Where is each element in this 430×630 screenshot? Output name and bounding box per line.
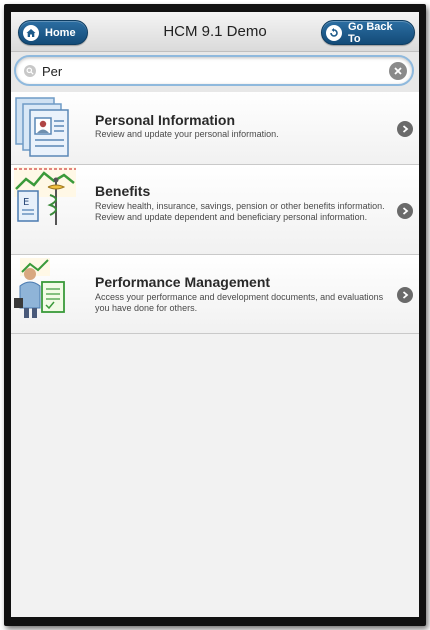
list-item-description: Review health, insurance, savings, pensi… [95,201,385,222]
benefits-icon: E [14,167,76,236]
list-item-title: Benefits [95,183,151,199]
list-item-personal-information[interactable]: Personal Information Review and update y… [11,92,419,165]
search-icon [24,65,36,77]
chevron-right-icon[interactable] [397,287,413,303]
chevron-right-icon[interactable] [397,121,413,137]
clear-search-icon[interactable] [389,62,407,80]
results-list: Personal Information Review and update y… [11,92,419,334]
empty-area [11,334,419,617]
search-input[interactable] [42,62,362,80]
header-bar: Home HCM 9.1 Demo Go Back To [11,12,419,52]
back-arrow-icon [326,24,342,41]
list-item-benefits[interactable]: E Benefits Review health, insurance, sav… [11,165,419,255]
list-item-performance-management[interactable]: Performance Management Access your perfo… [11,255,419,334]
list-item-title: Performance Management [95,274,271,290]
personal-information-icon [14,96,72,163]
app-screen: Home HCM 9.1 Demo Go Back To Per Persona… [11,12,419,617]
svg-text:E: E [23,197,29,208]
chevron-right-icon[interactable] [397,203,413,219]
search-field[interactable] [14,55,414,86]
list-item-title: Personal Information [95,112,236,128]
list-item-description: Review and update your personal informat… [95,129,279,139]
list-item-description: Access your performance and development … [95,292,384,313]
go-back-button[interactable]: Go Back To [321,20,415,45]
search-bar [11,52,419,92]
go-back-button-label: Go Back To [348,20,393,45]
performance-management-icon [14,258,76,325]
